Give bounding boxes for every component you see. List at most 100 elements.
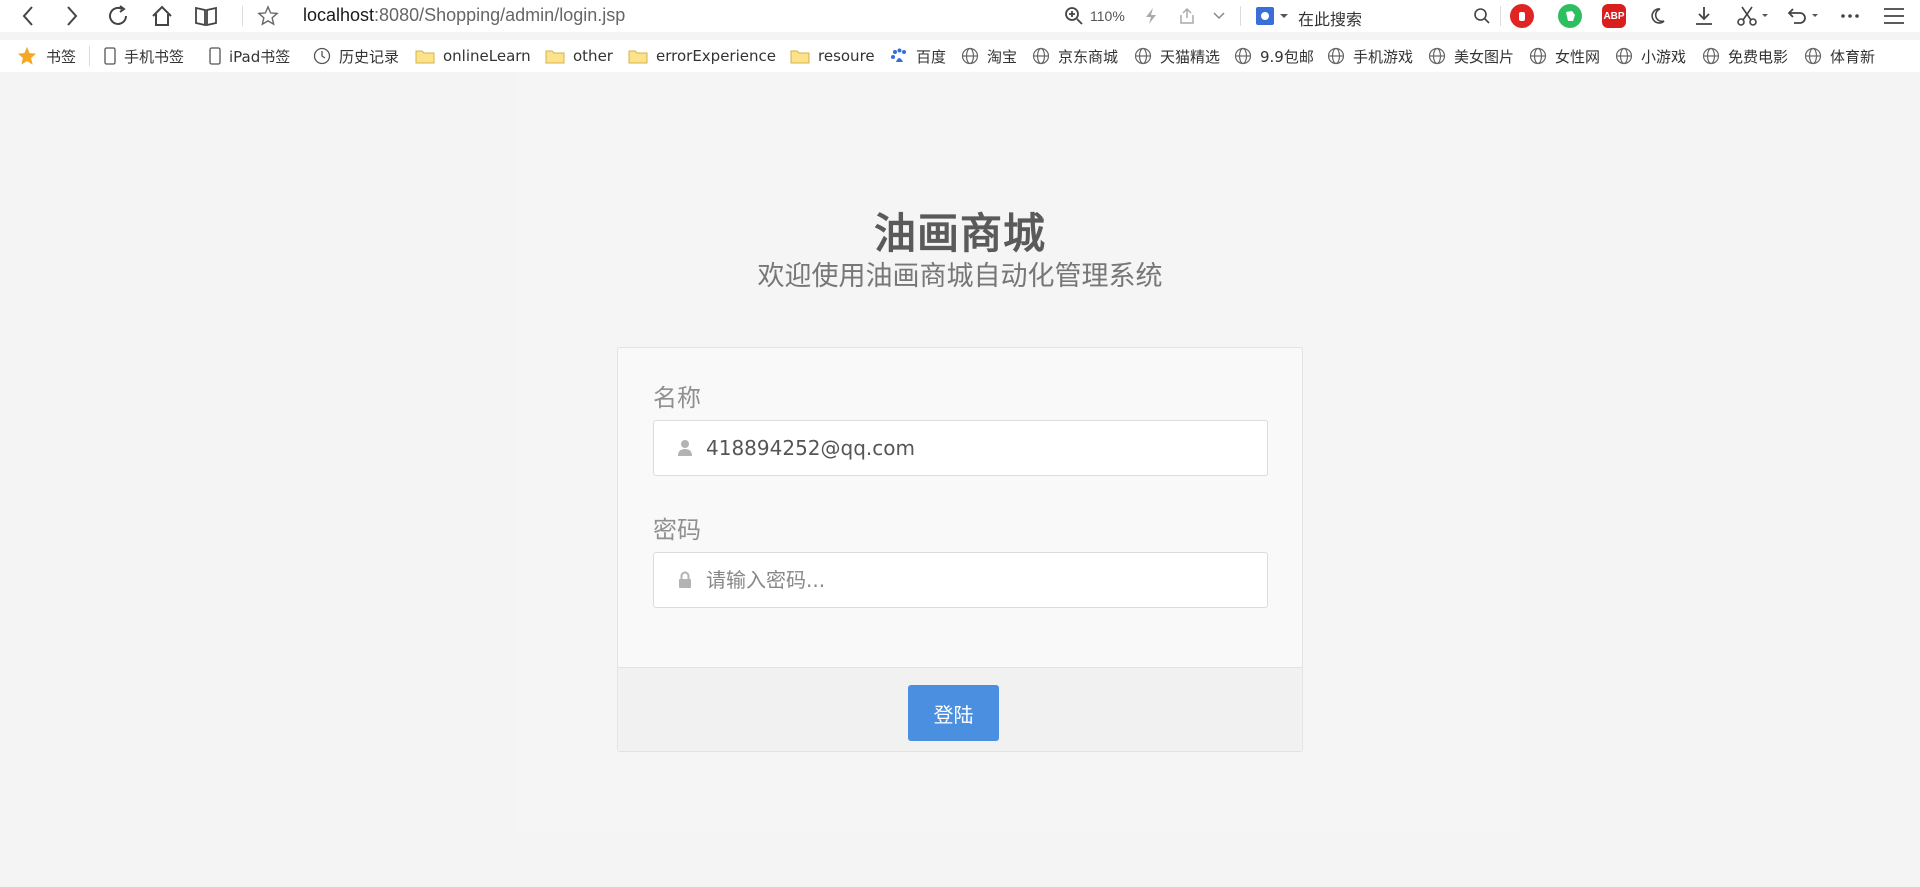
clock-icon bbox=[313, 47, 331, 65]
bookmark-item[interactable]: 历史记录 bbox=[313, 46, 399, 66]
search-input[interactable]: 在此搜索 bbox=[1298, 6, 1362, 30]
login-form: 名称 密码 登陆 bbox=[617, 347, 1303, 752]
reload-icon[interactable] bbox=[104, 2, 132, 30]
bookmark-label: 小游戏 bbox=[1641, 47, 1687, 66]
bookmark-item[interactable]: 天猫精选 bbox=[1134, 46, 1220, 66]
search-engine-icon[interactable] bbox=[1254, 2, 1290, 30]
name-label: 名称 bbox=[653, 384, 701, 412]
bookmark-item[interactable]: 淘宝 bbox=[961, 46, 1017, 66]
bookmark-item[interactable]: 小游戏 bbox=[1615, 46, 1686, 66]
bookmark-label: 天猫精选 bbox=[1160, 47, 1221, 66]
globe-icon bbox=[1615, 47, 1633, 65]
password-field[interactable] bbox=[653, 552, 1268, 608]
tablet-icon bbox=[209, 47, 221, 65]
bookmark-folder[interactable]: other bbox=[545, 46, 613, 66]
bookmark-label: 体育新 bbox=[1830, 47, 1876, 66]
undo-icon[interactable] bbox=[1784, 2, 1824, 30]
globe-icon bbox=[1702, 47, 1720, 65]
evernote-extension-icon[interactable] bbox=[1558, 4, 1582, 28]
page-title: 油画商城 bbox=[873, 209, 1046, 258]
bookmark-item[interactable]: 美女图片 bbox=[1428, 46, 1514, 66]
address-bar[interactable]: localhost:8080/Shopping/admin/login.jsp bbox=[303, 5, 625, 26]
bookmark-item[interactable]: 免费电影 bbox=[1702, 46, 1788, 66]
folder-icon bbox=[790, 48, 810, 64]
menu-icon[interactable] bbox=[1880, 2, 1908, 30]
globe-icon bbox=[1134, 47, 1152, 65]
bookmark-item[interactable]: 京东商城 bbox=[1032, 46, 1118, 66]
home-icon[interactable] bbox=[148, 2, 176, 30]
globe-icon bbox=[1529, 47, 1547, 65]
bookmark-item[interactable]: 手机游戏 bbox=[1327, 46, 1413, 66]
bookmark-label: onlineLearn bbox=[443, 47, 531, 65]
user-icon bbox=[674, 437, 696, 459]
url-path: :8080/Shopping/admin/login.jsp bbox=[374, 5, 626, 25]
bookmark-label: other bbox=[573, 47, 613, 65]
globe-icon bbox=[1428, 47, 1446, 65]
zoom-level[interactable]: 110% bbox=[1090, 8, 1125, 24]
bookmark-star-icon[interactable] bbox=[254, 2, 282, 30]
url-host: localhost bbox=[303, 5, 375, 25]
page-content: 油画商城 欢迎使用油画商城自动化管理系统 名称 密码 登陆 bbox=[0, 72, 1920, 887]
toolbar-divider bbox=[1240, 6, 1241, 26]
bookmark-label: 9.9包邮 bbox=[1260, 47, 1314, 66]
bookmark-label: 美女图片 bbox=[1454, 47, 1515, 66]
phone-icon bbox=[104, 47, 116, 65]
folder-icon bbox=[628, 48, 648, 64]
toolbar-divider bbox=[1500, 6, 1501, 26]
name-field[interactable] bbox=[653, 420, 1268, 476]
bookmark-label: 手机书签 bbox=[124, 47, 185, 66]
lightning-icon[interactable] bbox=[1140, 2, 1162, 30]
globe-icon bbox=[961, 47, 979, 65]
chevron-down-icon[interactable] bbox=[1208, 2, 1230, 30]
globe-icon bbox=[1234, 47, 1252, 65]
password-input[interactable] bbox=[706, 568, 1246, 592]
name-input[interactable] bbox=[706, 436, 1246, 460]
bookmark-folder[interactable]: onlineLearn bbox=[415, 46, 531, 66]
bookmark-label: resoure bbox=[818, 47, 875, 65]
bookmark-label: 淘宝 bbox=[987, 47, 1018, 66]
adblock-extension-icon[interactable]: ABP bbox=[1602, 4, 1626, 28]
stop-hand-extension-icon[interactable] bbox=[1510, 4, 1534, 28]
more-icon[interactable] bbox=[1836, 2, 1864, 30]
bookmark-label: errorExperience bbox=[656, 47, 776, 65]
globe-icon bbox=[1804, 47, 1822, 65]
bookmark-item[interactable]: 手机书签 bbox=[104, 46, 184, 66]
bookmark-label: 历史记录 bbox=[339, 47, 400, 66]
bookmark-item[interactable]: 书签 bbox=[16, 46, 76, 66]
night-mode-icon[interactable] bbox=[1646, 2, 1674, 30]
bookmark-item[interactable]: 女性网 bbox=[1529, 46, 1600, 66]
bookmark-label: 书签 bbox=[46, 47, 77, 66]
reader-icon[interactable] bbox=[192, 2, 220, 30]
baidu-icon bbox=[890, 47, 908, 65]
scissors-icon[interactable] bbox=[1734, 2, 1774, 30]
back-icon[interactable] bbox=[14, 2, 42, 30]
form-footer: 登陆 bbox=[618, 667, 1302, 751]
bookmark-item[interactable]: 体育新 bbox=[1804, 46, 1875, 66]
zoom-icon[interactable] bbox=[1062, 2, 1086, 30]
share-icon[interactable] bbox=[1176, 2, 1198, 30]
bookmark-label: 手机游戏 bbox=[1353, 47, 1414, 66]
globe-icon bbox=[1327, 47, 1345, 65]
folder-icon bbox=[415, 48, 435, 64]
browser-toolbar: localhost:8080/Shopping/admin/login.jsp … bbox=[0, 0, 1920, 32]
bookmark-folder[interactable]: errorExperience bbox=[628, 46, 776, 66]
globe-icon bbox=[1032, 47, 1050, 65]
bookmark-label: 京东商城 bbox=[1058, 47, 1119, 66]
page-subtitle: 欢迎使用油画商城自动化管理系统 bbox=[757, 261, 1163, 292]
bookmark-item[interactable]: 9.9包邮 bbox=[1234, 46, 1314, 66]
toolbar-divider bbox=[242, 6, 243, 26]
bookmark-item[interactable]: 百度 bbox=[890, 46, 946, 66]
bookmarks-divider bbox=[89, 46, 90, 66]
bookmark-label: iPad书签 bbox=[229, 47, 291, 66]
lock-icon bbox=[674, 569, 696, 591]
download-icon[interactable] bbox=[1690, 2, 1718, 30]
bookmark-folder[interactable]: resoure bbox=[790, 46, 875, 66]
bookmark-item[interactable]: iPad书签 bbox=[209, 46, 290, 66]
login-button[interactable]: 登陆 bbox=[908, 685, 999, 741]
bookmarks-bar: 书签 手机书签 iPad书签 历史记录 onlineLearn other er… bbox=[0, 40, 1920, 72]
star-icon bbox=[16, 46, 38, 66]
forward-icon[interactable] bbox=[58, 2, 86, 30]
search-icon[interactable] bbox=[1470, 2, 1494, 30]
password-label: 密码 bbox=[653, 516, 701, 544]
bookmark-label: 百度 bbox=[916, 47, 947, 66]
